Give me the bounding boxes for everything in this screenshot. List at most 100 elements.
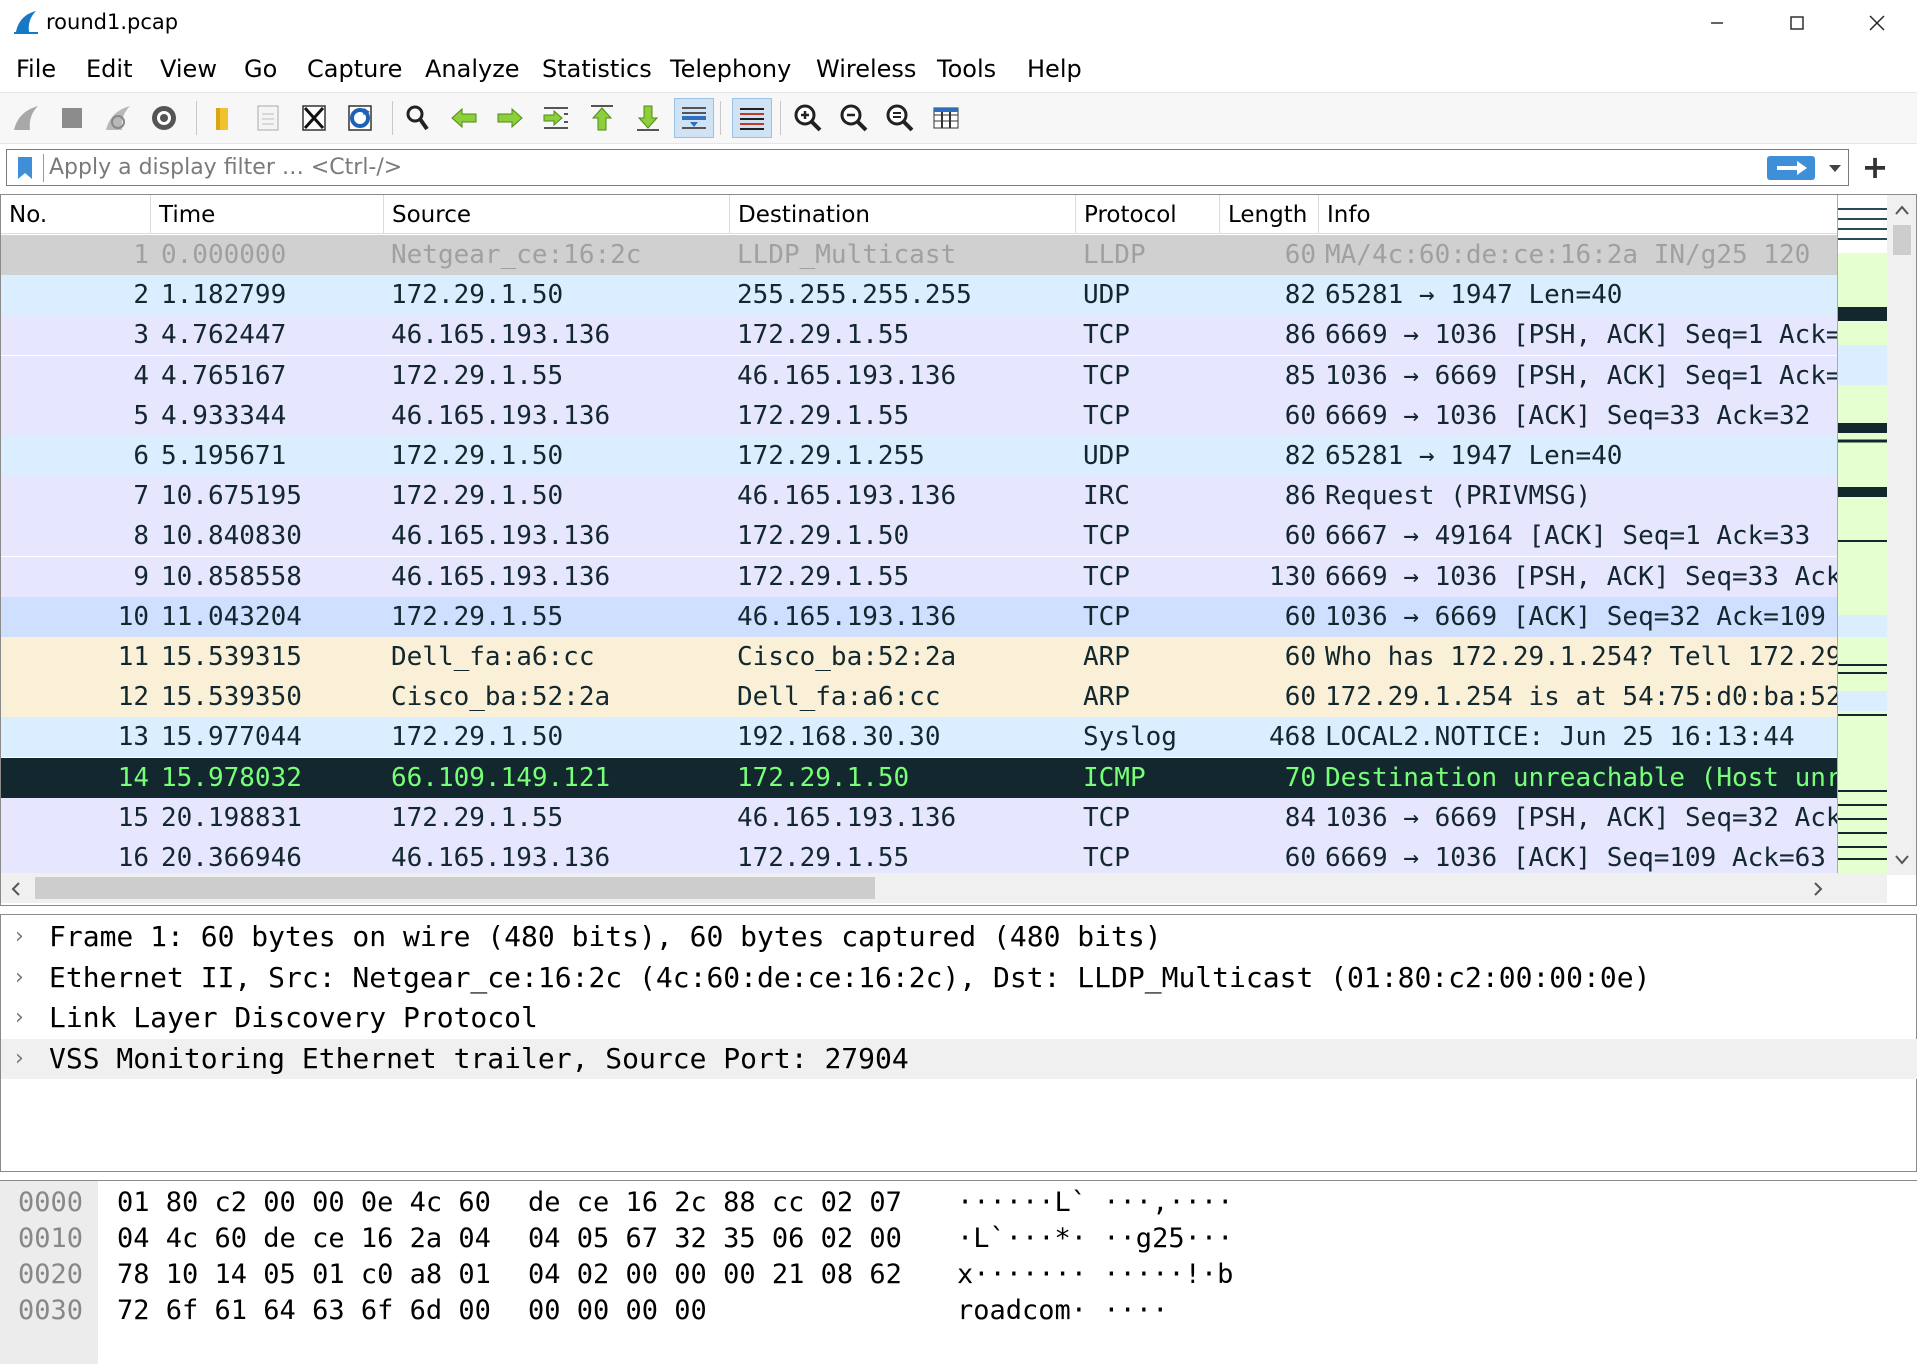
ascii-bytes[interactable]: ······L` ···,···· bbox=[957, 1185, 1233, 1221]
scroll-left-icon[interactable] bbox=[9, 881, 23, 897]
hex-bytes[interactable]: 78 10 14 05 01 c0 a8 01 bbox=[117, 1257, 491, 1293]
go-forward-button[interactable] bbox=[490, 98, 530, 138]
packet-protocol: TCP bbox=[1083, 400, 1130, 431]
go-last-packet-button[interactable] bbox=[628, 98, 668, 138]
close-window-button[interactable] bbox=[1836, 0, 1917, 46]
scroll-down-icon[interactable] bbox=[1894, 853, 1910, 867]
vertical-scroll-thumb[interactable] bbox=[1893, 225, 1911, 255]
menu-help[interactable]: Help bbox=[1027, 55, 1082, 83]
packet-row[interactable]: 6 5.195671 172.29.1.50 172.29.1.255 UDP 82 652… bbox=[1, 436, 1837, 476]
display-filter-input[interactable] bbox=[49, 151, 1749, 183]
bookmark-icon[interactable] bbox=[11, 154, 39, 182]
zoom-in-button[interactable] bbox=[788, 98, 828, 138]
zoom-normal-button[interactable] bbox=[880, 98, 920, 138]
packet-row[interactable]: 7 10.675195 172.29.1.50 46.165.193.136 IRC 86… bbox=[1, 476, 1837, 517]
hex-bytes[interactable]: 04 05 67 32 35 06 02 00 bbox=[528, 1221, 902, 1257]
menu-telephony[interactable]: Telephony bbox=[670, 55, 791, 83]
packet-source: 172.29.1.50 bbox=[391, 280, 564, 311]
colorize-button[interactable] bbox=[732, 98, 772, 138]
packet-row[interactable]: 15 20.198831 172.29.1.55 46.165.193.136 TCP 8… bbox=[1, 797, 1837, 838]
column-header-source[interactable]: Source bbox=[384, 195, 730, 233]
add-filter-button[interactable]: + bbox=[1855, 148, 1895, 188]
scroll-right-icon[interactable] bbox=[1811, 881, 1825, 897]
ascii-bytes[interactable]: roadcom· ···· bbox=[957, 1293, 1168, 1329]
hex-dump-line: 0010 04 4c 60 de ce 16 2a 04 04 05 67 32 3… bbox=[0, 1221, 1917, 1257]
start-capture-button[interactable] bbox=[6, 98, 46, 138]
packet-time: 10.840830 bbox=[161, 521, 302, 552]
maximize-button[interactable] bbox=[1756, 0, 1838, 46]
menu-edit[interactable]: Edit bbox=[86, 55, 132, 83]
menu-go[interactable]: Go bbox=[244, 55, 277, 83]
zoom-out-button[interactable] bbox=[834, 98, 874, 138]
menu-wireless[interactable]: Wireless bbox=[816, 55, 916, 83]
chevron-down-icon[interactable] bbox=[1825, 158, 1845, 178]
packet-row[interactable]: 2 1.182799 172.29.1.50 255.255.255.255 UDP 82… bbox=[1, 275, 1837, 316]
hex-bytes[interactable]: de ce 16 2c 88 cc 02 07 bbox=[528, 1185, 902, 1221]
expand-arrow-icon[interactable]: › bbox=[15, 958, 35, 998]
auto-scroll-button[interactable] bbox=[674, 98, 714, 138]
expand-arrow-icon[interactable]: › bbox=[15, 1039, 35, 1079]
go-first-packet-button[interactable] bbox=[582, 98, 622, 138]
column-header-time[interactable]: Time bbox=[151, 195, 384, 233]
stop-capture-button[interactable] bbox=[52, 98, 92, 138]
packet-row[interactable]: 1 0.000000 Netgear_ce:16:2c LLDP_Multicast L… bbox=[1, 235, 1837, 275]
arrow-right-icon bbox=[1777, 161, 1807, 175]
packet-length: 84 bbox=[1284, 802, 1316, 833]
detail-tree-item[interactable]: › Ethernet II, Src: Netgear_ce:16:2c (4c:… bbox=[1, 958, 1917, 998]
packet-row[interactable]: 11 15.539315 Dell_fa:a6:cc Cisco_ba:52:2a AR… bbox=[1, 637, 1837, 677]
packet-row[interactable]: 3 4.762447 46.165.193.136 172.29.1.55 TCP 86 6… bbox=[1, 315, 1837, 356]
menu-view[interactable]: View bbox=[160, 55, 217, 83]
go-to-packet-button[interactable] bbox=[536, 98, 576, 138]
scroll-up-icon[interactable] bbox=[1894, 203, 1910, 217]
save-file-button[interactable] bbox=[248, 98, 288, 138]
packet-list-vertical-scrollbar[interactable] bbox=[1887, 195, 1916, 875]
capture-options-button[interactable] bbox=[144, 98, 184, 138]
packet-list-horizontal-scrollbar[interactable] bbox=[1, 873, 1887, 903]
packet-row[interactable]: 8 10.840830 46.165.193.136 172.29.1.50 TCP 60… bbox=[1, 516, 1837, 557]
hex-bytes[interactable]: 00 00 00 00 bbox=[528, 1293, 707, 1329]
column-header-info[interactable]: Info bbox=[1319, 195, 1837, 233]
expand-arrow-icon[interactable]: › bbox=[15, 917, 35, 957]
packet-row[interactable]: 12 15.539350 Cisco_ba:52:2a Dell_fa:a6:cc AR… bbox=[1, 677, 1837, 718]
close-file-button[interactable] bbox=[294, 98, 334, 138]
packet-row[interactable]: 9 10.858558 46.165.193.136 172.29.1.55 TCP 13… bbox=[1, 556, 1837, 597]
menu-capture[interactable]: Capture bbox=[307, 55, 402, 83]
hex-bytes[interactable]: 04 02 00 00 00 21 08 62 bbox=[528, 1257, 902, 1293]
minimize-button[interactable] bbox=[1676, 0, 1758, 46]
horizontal-scroll-thumb[interactable] bbox=[35, 877, 875, 899]
resize-columns-button[interactable] bbox=[926, 98, 966, 138]
menu-tools[interactable]: Tools bbox=[937, 55, 996, 83]
detail-tree-item[interactable]: › Link Layer Discovery Protocol bbox=[1, 998, 1917, 1038]
apply-filter-button[interactable] bbox=[1767, 156, 1815, 180]
column-header-destination[interactable]: Destination bbox=[730, 195, 1076, 233]
menu-analyze[interactable]: Analyze bbox=[425, 55, 520, 83]
packet-row[interactable]: 4 4.765167 172.29.1.55 46.165.193.136 TCP 85 1… bbox=[1, 355, 1837, 396]
packet-row[interactable]: 5 4.933344 46.165.193.136 172.29.1.55 TCP 60 6… bbox=[1, 395, 1837, 436]
detail-tree-item[interactable]: › Frame 1: 60 bytes on wire (480 bits), 6… bbox=[1, 917, 1917, 957]
open-file-button[interactable] bbox=[202, 98, 242, 138]
column-header-no[interactable]: No. bbox=[1, 195, 151, 233]
reload-file-button[interactable] bbox=[340, 98, 380, 138]
go-back-button[interactable] bbox=[444, 98, 484, 138]
detail-tree-label: Link Layer Discovery Protocol bbox=[49, 1001, 538, 1034]
packet-row[interactable]: 13 15.977044 172.29.1.50 192.168.30.30 Syslo… bbox=[1, 717, 1837, 758]
ascii-bytes[interactable]: x······· ·····!·b bbox=[957, 1257, 1233, 1293]
packet-no: 4 bbox=[133, 360, 149, 391]
packet-row[interactable]: 10 11.043204 172.29.1.55 46.165.193.136 TCP 6… bbox=[1, 596, 1837, 637]
packet-minimap[interactable] bbox=[1837, 195, 1888, 875]
ascii-bytes[interactable]: ·L`···*· ··g25··· bbox=[957, 1221, 1233, 1257]
hex-bytes[interactable]: 01 80 c2 00 00 0e 4c 60 bbox=[117, 1185, 491, 1221]
menu-file[interactable]: File bbox=[16, 55, 56, 83]
find-packet-button[interactable] bbox=[398, 98, 438, 138]
menu-statistics[interactable]: Statistics bbox=[542, 55, 652, 83]
expand-arrow-icon[interactable]: › bbox=[15, 998, 35, 1038]
packet-row[interactable]: 16 20.366946 46.165.193.136 172.29.1.55 TCP 6… bbox=[1, 838, 1837, 878]
packet-row-selected[interactable]: 14 15.978032 66.109.149.121 172.29.1.50 ICMP… bbox=[1, 757, 1837, 798]
hex-bytes[interactable]: 04 4c 60 de ce 16 2a 04 bbox=[117, 1221, 491, 1257]
hex-bytes[interactable]: 72 6f 61 64 63 6f 6d 00 bbox=[117, 1293, 491, 1329]
packet-no: 1 bbox=[133, 240, 149, 270]
restart-capture-button[interactable] bbox=[98, 98, 138, 138]
column-header-protocol[interactable]: Protocol bbox=[1076, 195, 1220, 233]
column-header-length[interactable]: Length bbox=[1220, 195, 1319, 233]
detail-tree-item[interactable]: › VSS Monitoring Ethernet trailer, Source… bbox=[1, 1038, 1917, 1079]
